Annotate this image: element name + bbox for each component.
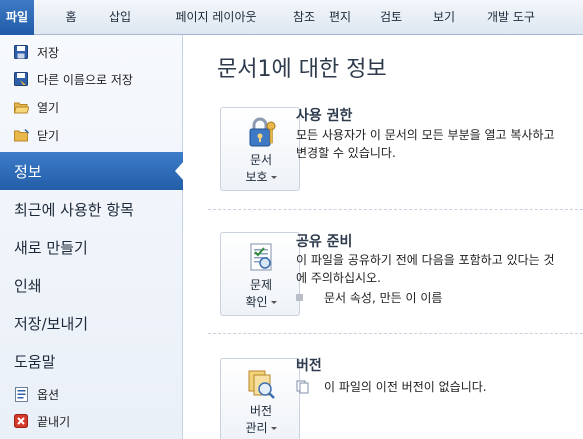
permissions-title: 사용 권한 <box>296 108 353 124</box>
chevron-down-icon <box>270 176 277 179</box>
check-issues-label: 문제 확인 <box>221 277 301 311</box>
sidebar-item-label: 인쇄 <box>14 276 42 295</box>
sidebar-item-options[interactable]: 옵션 <box>0 381 183 407</box>
chevron-down-icon <box>270 301 277 304</box>
tab-references[interactable]: 참조 <box>287 0 321 35</box>
sidebar-item-exit[interactable]: 끝내기 <box>0 408 183 434</box>
save-as-icon <box>13 71 29 87</box>
manage-versions-label: 버전 관리 <box>221 403 301 437</box>
close-x-icon <box>13 413 29 429</box>
protect-document-button[interactable]: 문서 보호 <box>220 107 300 191</box>
sidebar-item-save-as[interactable]: 다른 이름으로 저장 <box>0 66 183 92</box>
check-issues-button[interactable]: 문제 확인 <box>220 232 300 316</box>
sidebar-item-label: 다른 이름으로 저장 <box>37 72 133 87</box>
tab-review[interactable]: 검토 <box>374 0 408 35</box>
prepare-sharing-description: 이 파일을 공유하기 전에 다음을 포함하고 있다는 것에 주의하십시오. <box>296 253 555 285</box>
prepare-bullet-item: 문서 속성, 만든 이 이름 <box>296 289 442 306</box>
sidebar-item-label: 저장 <box>37 45 60 60</box>
tab-view[interactable]: 보기 <box>427 0 461 35</box>
bullet-square-icon <box>296 294 303 301</box>
sidebar-item-label: 새로 만들기 <box>14 238 88 257</box>
tab-file[interactable]: 파일 <box>0 0 34 35</box>
sidebar-item-label: 저장/보내기 <box>14 314 89 333</box>
versions-item: 이 파일의 이전 버전이 없습니다. <box>296 378 487 395</box>
tab-page-layout[interactable]: 페이지 레이아웃 <box>155 0 277 35</box>
backstage-sidebar: 저장 다른 이름으로 저장 열기 닫기 정보 최근에 사용한 항목 새로 만들기… <box>0 35 184 439</box>
tab-mailings[interactable]: 편지 <box>323 0 357 35</box>
lock-key-icon <box>249 117 276 147</box>
tab-insert[interactable]: 삽입 <box>103 0 137 35</box>
active-indicator-arrow <box>175 161 184 181</box>
sidebar-item-help[interactable]: 도움말 <box>0 342 183 380</box>
closed-folder-icon <box>13 127 29 143</box>
section-divider <box>208 209 583 210</box>
protect-document-label: 문서 보호 <box>221 152 301 186</box>
versions-title: 버전 <box>296 358 322 374</box>
ribbon-tab-bar: 파일 홈 삽입 페이지 레이아웃 참조 편지 검토 보기 개발 도구 <box>0 0 583 35</box>
sidebar-item-label: 도움말 <box>14 352 56 371</box>
sidebar-item-save-send[interactable]: 저장/보내기 <box>0 304 183 342</box>
options-document-icon <box>13 386 29 402</box>
manage-versions-button[interactable]: 버전 관리 <box>220 358 300 439</box>
permissions-description: 모든 사용자가 이 문서의 모든 부분을 열고 복사하고 변경할 수 있습니다. <box>296 128 555 160</box>
sidebar-item-open[interactable]: 열기 <box>0 94 183 120</box>
document-version-icon <box>296 380 309 393</box>
word-backstage-window: 파일 홈 삽입 페이지 레이아웃 참조 편지 검토 보기 개발 도구 저장 다른… <box>0 0 583 439</box>
sidebar-item-save[interactable]: 저장 <box>0 39 183 65</box>
tab-developer[interactable]: 개발 도구 <box>477 0 545 35</box>
sidebar-item-label: 열기 <box>37 100 60 115</box>
tab-home[interactable]: 홈 <box>56 0 86 35</box>
open-folder-icon <box>13 99 29 115</box>
floppy-disk-icon <box>13 44 29 60</box>
chevron-down-icon <box>270 427 277 430</box>
info-panel: 문서1에 대한 정보 문서 보호 사용 권한 모든 사용자가 이 문서의 모든 … <box>184 35 583 439</box>
prepare-sharing-title: 공유 준비 <box>296 234 353 250</box>
sidebar-item-print[interactable]: 인쇄 <box>0 266 183 304</box>
sidebar-item-recent[interactable]: 최근에 사용한 항목 <box>0 190 183 228</box>
sidebar-item-label: 최근에 사용한 항목 <box>14 200 134 219</box>
section-divider <box>208 333 583 334</box>
sidebar-item-info[interactable]: 정보 <box>0 152 184 190</box>
inspect-document-icon <box>250 243 272 271</box>
versions-document-icon <box>248 370 275 399</box>
sidebar-item-label: 닫기 <box>37 128 60 143</box>
sidebar-item-label: 정보 <box>14 162 42 181</box>
sidebar-item-close[interactable]: 닫기 <box>0 122 183 148</box>
sidebar-item-label: 끝내기 <box>37 414 71 429</box>
sidebar-item-label: 옵션 <box>37 387 60 402</box>
sidebar-item-new[interactable]: 새로 만들기 <box>0 228 183 266</box>
page-title: 문서1에 대한 정보 <box>217 57 387 82</box>
